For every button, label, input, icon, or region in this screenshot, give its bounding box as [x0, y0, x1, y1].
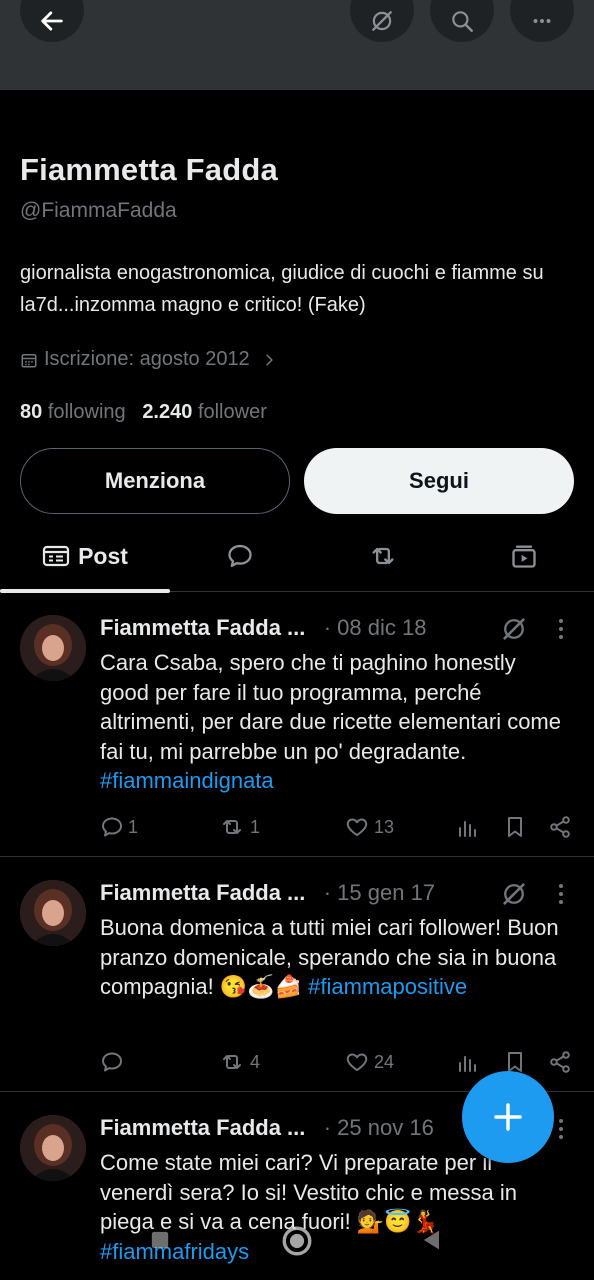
share-icon	[550, 816, 570, 838]
plus-icon	[494, 1103, 522, 1131]
bookmark-icon	[508, 817, 522, 837]
grok-icon[interactable]	[500, 880, 528, 908]
tweet-author[interactable]: Fiammetta Fadda ...	[100, 615, 305, 640]
views-icon	[459, 821, 476, 837]
reply-button[interactable]	[100, 1047, 128, 1077]
tweet[interactable]: Fiammetta Fadda ... · 15 gen 17 Buona do…	[0, 858, 594, 1092]
arrow-left-icon	[41, 11, 63, 31]
recent-apps-icon[interactable]	[146, 1226, 174, 1254]
following-count: 80	[20, 401, 43, 423]
views-button[interactable]	[456, 1047, 480, 1077]
following-link[interactable]: 80 following	[20, 401, 126, 423]
media-icon	[512, 545, 536, 568]
tweet-body: Cara Csaba, spero che ti paghino honestl…	[100, 650, 561, 764]
joined-date[interactable]: Iscrizione: agosto 2012	[20, 348, 276, 371]
system-nav-bar	[0, 1222, 594, 1280]
back-nav-icon[interactable]	[418, 1226, 446, 1254]
reply-button[interactable]: 1	[100, 812, 138, 842]
more-vertical-icon[interactable]	[556, 882, 566, 906]
repost-count: 4	[250, 1051, 261, 1072]
hashtag-link[interactable]: #fiammapositive	[308, 974, 467, 999]
back-button[interactable]	[20, 0, 84, 42]
like-count: 24	[374, 1051, 395, 1072]
reply-icon	[102, 1052, 122, 1072]
tab-replies[interactable]	[200, 520, 280, 592]
tweet-header: Fiammetta Fadda ... · 15 gen 17	[100, 880, 435, 906]
heart-icon	[346, 818, 368, 836]
repost-button[interactable]: 1	[218, 812, 260, 842]
tweet-text: Buona domenica a tutti miei cari followe…	[100, 913, 570, 1002]
repost-count: 1	[250, 816, 261, 837]
tweet-date[interactable]: · 15 gen 17	[324, 880, 435, 905]
tweet-date[interactable]: · 25 nov 16	[324, 1115, 434, 1140]
tweet-author[interactable]: Fiammetta Fadda ...	[100, 880, 305, 905]
more-vertical-icon[interactable]	[556, 617, 566, 641]
calendar-icon	[21, 353, 37, 367]
hashtag-link[interactable]: #fiammaindignata	[100, 768, 274, 793]
repost-button[interactable]: 4	[218, 1047, 260, 1077]
tab-reposts[interactable]	[343, 520, 423, 592]
profile-name: Fiammetta Fadda	[20, 152, 278, 187]
more-icon	[533, 19, 551, 23]
tab-post-label: Post	[78, 542, 128, 569]
tweet-date[interactable]: · 08 dic 18	[324, 615, 427, 640]
followers-link[interactable]: 2.240 follower	[142, 401, 267, 423]
tweet-header: Fiammetta Fadda ... · 25 nov 16	[100, 1115, 434, 1141]
more-button[interactable]	[510, 0, 574, 42]
follow-button[interactable]: Segui	[304, 448, 574, 514]
avatar[interactable]	[20, 1115, 86, 1181]
avatar[interactable]	[20, 880, 86, 946]
share-button[interactable]	[548, 1047, 572, 1077]
avatar-image	[20, 1115, 86, 1181]
home-icon[interactable]	[280, 1224, 314, 1258]
followers-label: follower	[197, 401, 267, 423]
chevron-right-icon	[266, 354, 273, 365]
search-button[interactable]	[430, 0, 494, 42]
profile-handle: @FiammaFadda	[20, 199, 177, 222]
heart-icon	[346, 1053, 368, 1071]
tweet-actions: 1 1 13	[100, 812, 576, 842]
tweet-header: Fiammetta Fadda ... · 08 dic 18	[100, 615, 426, 641]
reply-count: 1	[128, 816, 139, 837]
share-button[interactable]	[548, 812, 572, 842]
reply-icon	[228, 544, 252, 568]
like-count: 13	[374, 816, 395, 837]
avatar-image	[20, 880, 86, 946]
post-icon	[42, 545, 70, 567]
profile-bio: giornalista enogastronomica, giudice di …	[20, 262, 544, 316]
repost-icon	[372, 547, 394, 565]
followers-count: 2.240	[142, 401, 193, 423]
search-icon	[452, 11, 473, 32]
tweet-text: Cara Csaba, spero che ti paghino honestl…	[100, 648, 570, 796]
repost-icon	[223, 820, 241, 834]
repost-icon	[223, 1055, 241, 1069]
grok-icon	[372, 11, 392, 31]
tab-post[interactable]: Post	[0, 520, 170, 593]
grok-button[interactable]	[350, 0, 414, 42]
compose-button[interactable]	[462, 1071, 554, 1163]
tweet-author[interactable]: Fiammetta Fadda ...	[100, 1115, 305, 1140]
like-button[interactable]: 13	[344, 812, 394, 842]
top-bar	[0, 0, 594, 90]
follow-stats: 80 following 2.240 follower	[20, 401, 267, 424]
mention-button[interactable]: Menziona	[20, 448, 290, 514]
views-button[interactable]	[456, 812, 480, 842]
joined-label: Iscrizione: agosto 2012	[44, 348, 250, 370]
views-icon	[459, 1056, 476, 1072]
profile-tabs: Post	[0, 520, 594, 593]
grok-icon[interactable]	[500, 615, 528, 643]
avatar-image	[20, 615, 86, 681]
bookmark-button[interactable]	[503, 812, 527, 842]
reply-icon	[102, 817, 122, 837]
tweet[interactable]: Fiammetta Fadda ... · 08 dic 18 Cara Csa…	[0, 593, 594, 857]
avatar[interactable]	[20, 615, 86, 681]
tab-media[interactable]	[484, 520, 564, 592]
share-icon	[550, 1051, 570, 1073]
like-button[interactable]: 24	[344, 1047, 394, 1077]
more-vertical-icon[interactable]	[556, 1117, 566, 1141]
following-label: following	[47, 401, 126, 423]
